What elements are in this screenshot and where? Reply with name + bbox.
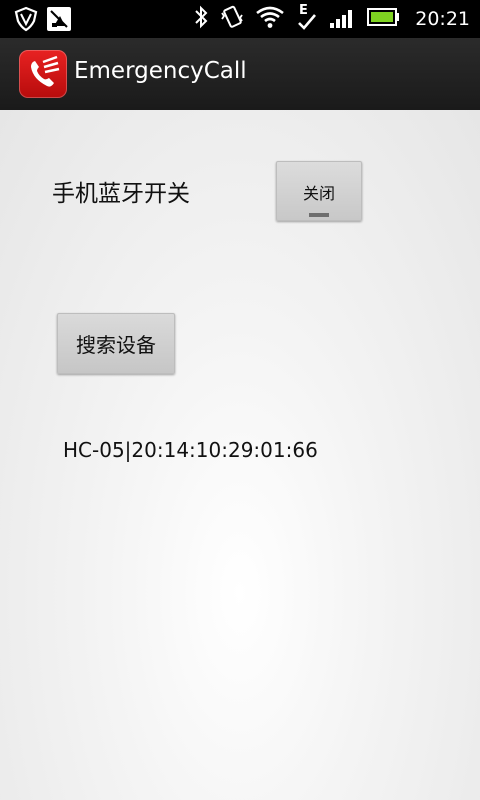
action-bar: EmergencyCall xyxy=(0,38,480,110)
vibrate-icon xyxy=(219,4,245,34)
bluetooth-switch-label: 手机蓝牙开关 xyxy=(52,181,190,207)
app-title: EmergencyCall xyxy=(74,58,247,84)
device-list-item[interactable]: HC-05|20:14:10:29:01:66 xyxy=(63,438,318,462)
battery-icon xyxy=(367,6,401,32)
status-bar: E 20:21 xyxy=(0,0,480,38)
status-bar-right: E 20:21 xyxy=(193,2,470,36)
bluetooth-icon xyxy=(193,4,209,34)
emergency-call-app-icon[interactable] xyxy=(19,50,67,98)
status-time: 20:21 xyxy=(415,8,470,30)
toggle-off-indicator xyxy=(309,213,329,217)
svg-text:E: E xyxy=(299,3,308,18)
notification-icon xyxy=(46,6,72,36)
search-devices-button[interactable]: 搜索设备 xyxy=(57,313,175,374)
vpn-shield-icon xyxy=(14,6,38,36)
main-content: 手机蓝牙开关 关闭 搜索设备 HC-05|20:14:10:29:01:66 xyxy=(0,110,480,800)
signal-icon xyxy=(329,4,357,34)
edge-data-icon: E xyxy=(295,2,319,36)
bluetooth-toggle-text: 关闭 xyxy=(302,184,335,203)
bluetooth-toggle-button[interactable]: 关闭 xyxy=(276,161,362,221)
search-devices-label: 搜索设备 xyxy=(76,333,156,357)
wifi-icon xyxy=(255,4,285,34)
status-bar-left xyxy=(14,6,72,36)
